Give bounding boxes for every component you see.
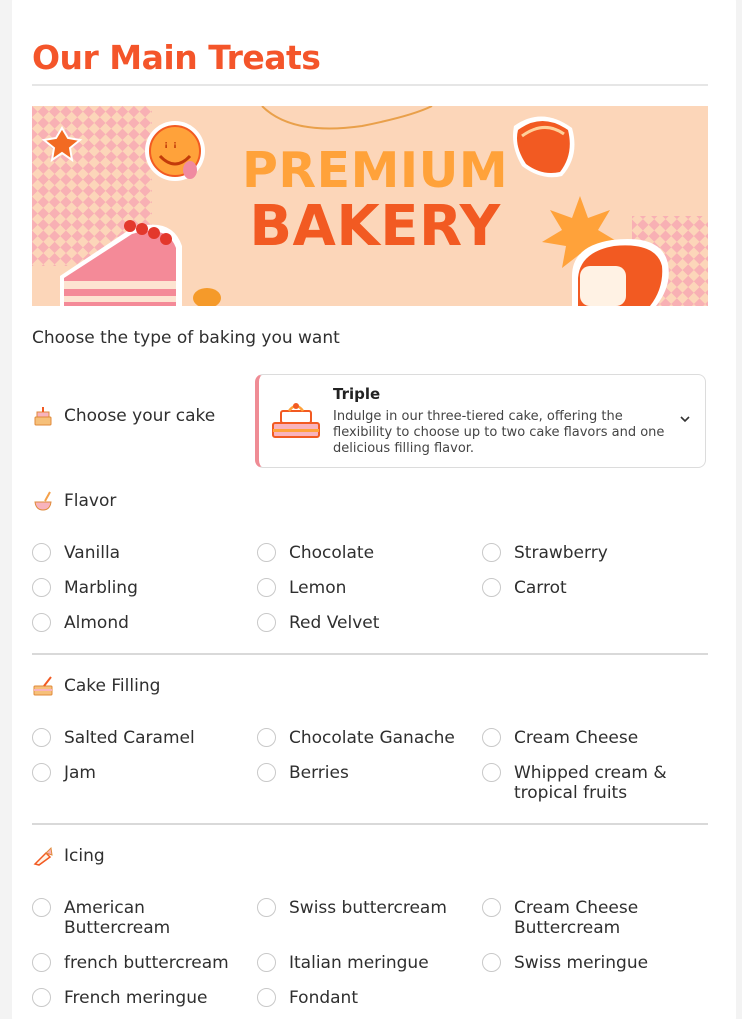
option-label: Strawberry: [514, 543, 608, 563]
option-label: French meringue: [64, 988, 208, 1008]
icing-option-cream-cheese-buttercream[interactable]: Cream Cheese Buttercream: [482, 898, 654, 938]
flavor-option-almond[interactable]: Almond: [32, 613, 129, 633]
radio-button[interactable]: [482, 953, 501, 972]
radio-button[interactable]: [32, 543, 51, 562]
option-label: Fondant: [289, 988, 358, 1008]
section-divider: [32, 823, 708, 825]
flavor-option-vanilla[interactable]: Vanilla: [32, 543, 120, 563]
icing-label-text: Icing: [64, 846, 105, 866]
page-title: Our Main Treats: [32, 38, 321, 77]
radio-button[interactable]: [482, 898, 501, 917]
icing-option-italian-meringue[interactable]: Italian meringue: [257, 953, 429, 973]
filling-icon: [32, 675, 54, 697]
icing-option-french-meringue[interactable]: French meringue: [32, 988, 207, 1008]
radio-button[interactable]: [482, 728, 501, 747]
option-label: french buttercream: [64, 953, 229, 973]
radio-button[interactable]: [32, 613, 51, 632]
intro-text: Choose the type of baking you want: [32, 328, 340, 348]
cake-icon: [32, 405, 54, 427]
selected-cake-description: Indulge in our three-tiered cake, offeri…: [333, 409, 665, 456]
banner-title-line2: BAKERY: [249, 194, 501, 259]
filling-field-label: Cake Filling: [32, 675, 160, 697]
radio-button[interactable]: [482, 543, 501, 562]
option-label: Cream Cheese Buttercream: [514, 898, 639, 938]
cake-type-select[interactable]: Triple Indulge in our three-tiered cake,…: [255, 374, 706, 468]
icing-option-swiss-meringue[interactable]: Swiss meringue: [482, 953, 648, 973]
option-label: Italian meringue: [289, 953, 429, 973]
flavor-label-text: Flavor: [64, 491, 117, 511]
icing-field-label: Icing: [32, 845, 105, 867]
radio-button[interactable]: [482, 763, 501, 782]
flavor-option-red-velvet[interactable]: Red Velvet: [257, 613, 379, 633]
mixing-bowl-icon: [32, 490, 54, 512]
option-label: Vanilla: [64, 543, 121, 563]
icing-option-swiss-buttercream[interactable]: Swiss buttercream: [257, 898, 447, 918]
triple-cake-icon: [272, 403, 320, 438]
banner-title-line1: PREMIUM: [242, 142, 509, 199]
radio-button[interactable]: [32, 988, 51, 1007]
option-label: Red Velvet: [289, 613, 380, 633]
title-divider: [32, 84, 708, 86]
option-label: Jam: [64, 763, 96, 783]
radio-button[interactable]: [32, 898, 51, 917]
filling-option-cream-cheese[interactable]: Cream Cheese: [482, 728, 638, 748]
option-label: Marbling: [64, 578, 138, 598]
option-label: Chocolate Ganache: [289, 728, 455, 748]
icing-option-american-buttercream[interactable]: American Buttercream: [32, 898, 184, 938]
radio-button[interactable]: [257, 613, 276, 632]
option-label: Almond: [64, 613, 129, 633]
radio-button[interactable]: [257, 728, 276, 747]
flavor-option-strawberry[interactable]: Strawberry: [482, 543, 608, 563]
filling-label-text: Cake Filling: [64, 676, 161, 696]
filling-option-salted-caramel[interactable]: Salted Caramel: [32, 728, 195, 748]
flavor-option-marbling[interactable]: Marbling: [32, 578, 138, 598]
filling-option-jam[interactable]: Jam: [32, 763, 96, 783]
cake-label-text: Choose your cake: [64, 406, 216, 426]
radio-button[interactable]: [257, 953, 276, 972]
flavor-field-label: Flavor: [32, 490, 116, 512]
banner-image: ꜟ ꜟ PREMIUM BAKERY: [32, 106, 708, 306]
radio-button[interactable]: [32, 953, 51, 972]
filling-option-berries[interactable]: Berries: [257, 763, 349, 783]
svg-text:ꜟ ꜟ: ꜟ ꜟ: [164, 136, 177, 152]
radio-button[interactable]: [257, 543, 276, 562]
radio-button[interactable]: [257, 763, 276, 782]
option-label: Swiss meringue: [514, 953, 649, 973]
cake-field-label: Choose your cake: [32, 405, 215, 427]
flavor-option-chocolate[interactable]: Chocolate: [257, 543, 374, 563]
option-label: Swiss buttercream: [289, 898, 447, 918]
selected-cake-title: Triple: [333, 385, 381, 403]
option-label: Lemon: [289, 578, 347, 598]
radio-button[interactable]: [32, 578, 51, 597]
option-label: Whipped cream & tropical fruits: [514, 763, 667, 803]
section-divider: [32, 653, 708, 655]
icing-option-french-buttercream[interactable]: french buttercream: [32, 953, 229, 973]
radio-button[interactable]: [257, 988, 276, 1007]
radio-button[interactable]: [257, 578, 276, 597]
piping-bag-icon: [32, 845, 54, 867]
option-label: Chocolate: [289, 543, 375, 563]
filling-option-chocolate-ganache[interactable]: Chocolate Ganache: [257, 728, 455, 748]
flavor-option-lemon[interactable]: Lemon: [257, 578, 346, 598]
option-label: Berries: [289, 763, 349, 783]
chevron-down-icon[interactable]: [679, 413, 691, 425]
filling-option-whipped-cream[interactable]: Whipped cream & tropical fruits: [482, 763, 694, 803]
radio-button[interactable]: [482, 578, 501, 597]
icing-option-fondant[interactable]: Fondant: [257, 988, 358, 1008]
option-label: Salted Caramel: [64, 728, 195, 748]
option-label: Carrot: [514, 578, 567, 598]
radio-button[interactable]: [257, 898, 276, 917]
option-label: American Buttercream: [64, 898, 171, 938]
flavor-option-carrot[interactable]: Carrot: [482, 578, 567, 598]
radio-button[interactable]: [32, 728, 51, 747]
option-label: Cream Cheese: [514, 728, 639, 748]
radio-button[interactable]: [32, 763, 51, 782]
